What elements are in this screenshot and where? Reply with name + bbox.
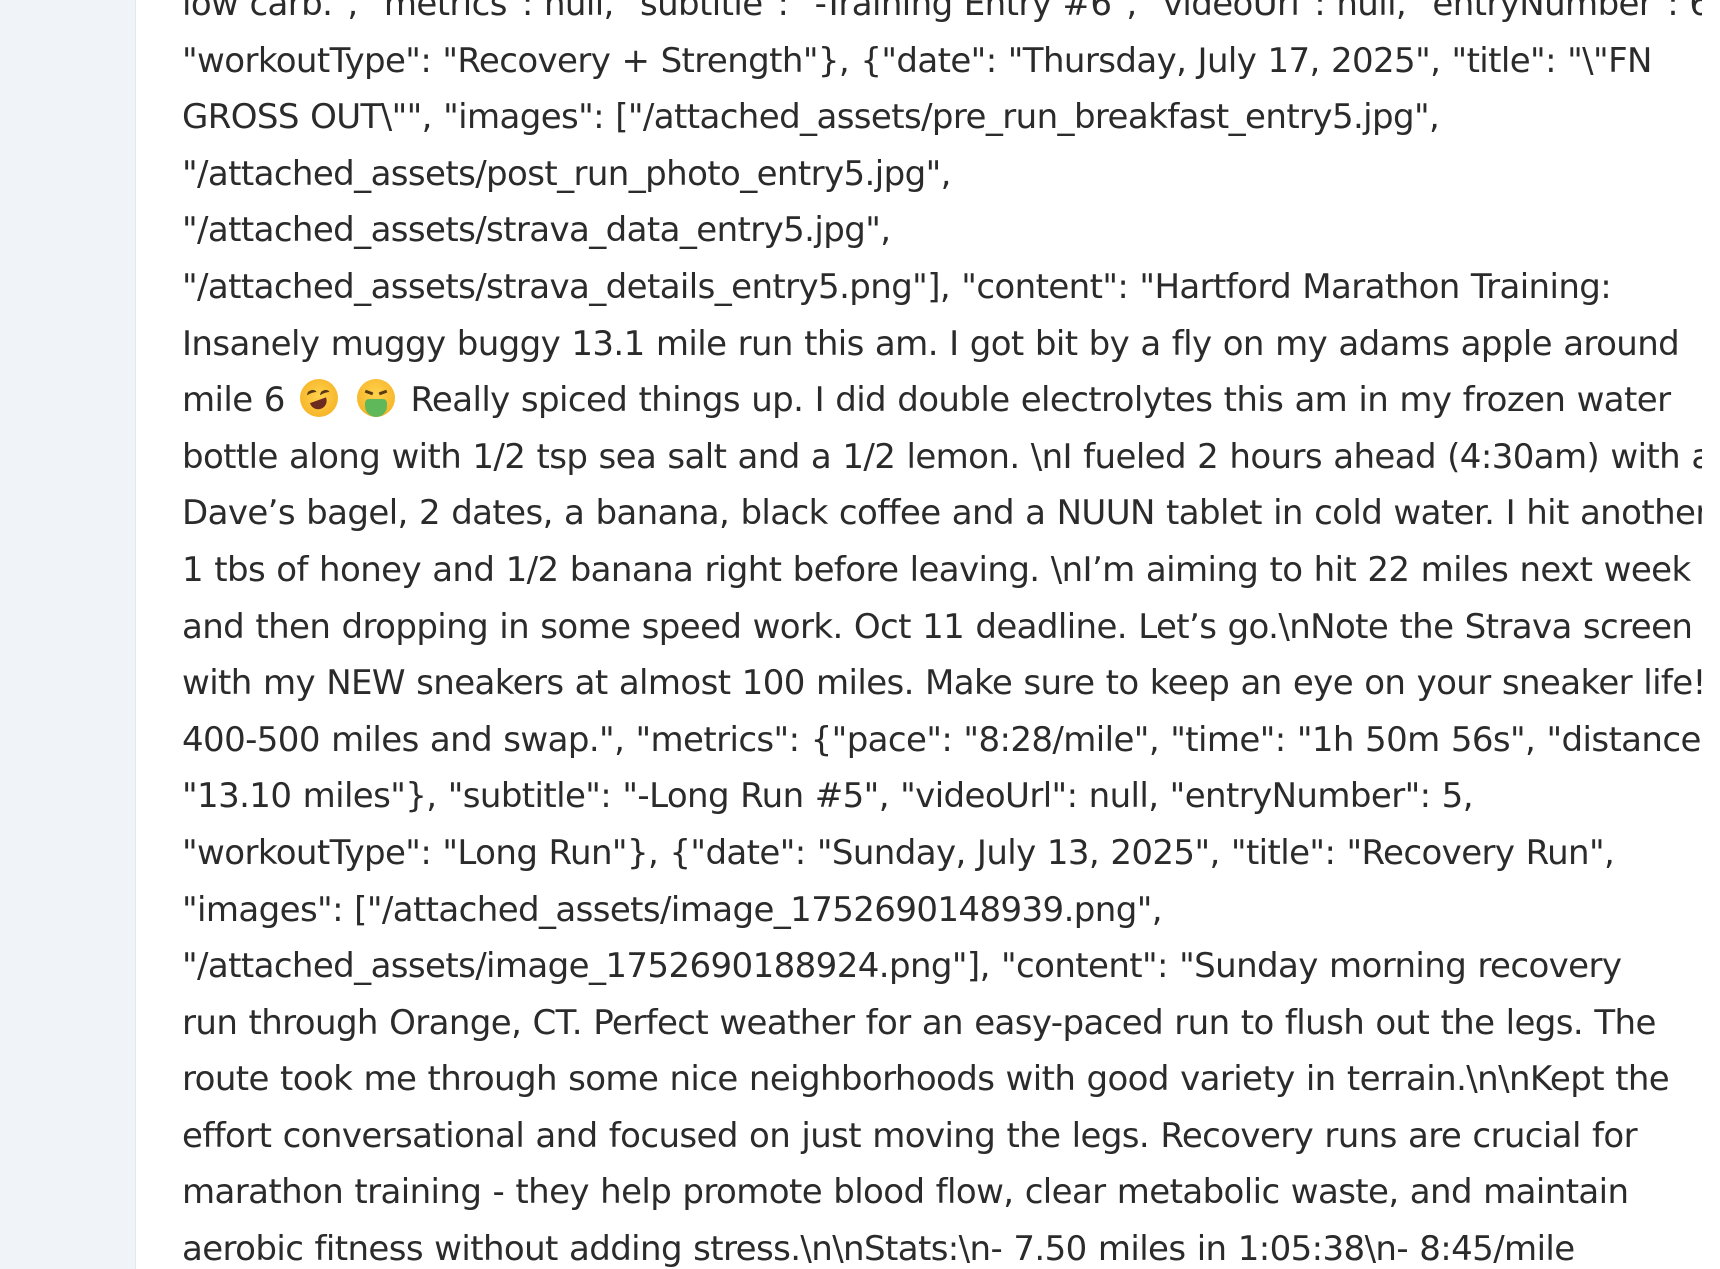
text-line: "/attached_assets/strava_details_entry5.…: [182, 266, 1612, 307]
text-line: low carb.", "metrics": null, "subtitle":…: [182, 0, 1702, 24]
text-line: aerobic fitness without adding stress.\n…: [182, 1229, 1575, 1269]
text-line: effort conversational and focused on jus…: [182, 1115, 1638, 1156]
text-line: "/attached_assets/strava_data_entry5.jpg…: [182, 210, 891, 251]
text-line: GROSS OUT\"", "images": ["/attached_asse…: [182, 97, 1440, 138]
text-line: marathon training - they help promote bl…: [182, 1172, 1629, 1213]
text-line: "workoutType": "Recovery + Strength"}, {…: [182, 40, 1652, 81]
text-line: 400-500 miles and swap.", "metrics": {"p…: [182, 719, 1702, 760]
text-line: "13.10 miles"}, "subtitle": "-Long Run #…: [182, 776, 1474, 817]
document-text: low carb.", "metrics": null, "subtitle":…: [182, 0, 1702, 1269]
rolling-on-floor-laughing-emoji-icon: [300, 379, 338, 418]
vomiting-face-emoji-icon: [357, 379, 396, 418]
text-line: Dave’s bagel, 2 dates, a banana, black c…: [182, 493, 1702, 534]
text-line: run through Orange, CT. Perfect weather …: [182, 1002, 1656, 1043]
text-line: and then dropping in some speed work. Oc…: [182, 606, 1693, 647]
text-line: "/attached_assets/post_run_photo_entry5.…: [182, 153, 951, 194]
text-line-with-emoji: mile 6 Really spiced things up. I did do…: [182, 372, 1702, 429]
text-line: 1 tbs of honey and 1/2 banana right befo…: [182, 549, 1691, 590]
text-line: "/attached_assets/image_1752690188924.pn…: [182, 946, 1622, 987]
text-line: bottle along with 1/2 tsp sea salt and a…: [182, 436, 1702, 477]
text-line: "workoutType": "Long Run"}, {"date": "Su…: [182, 832, 1615, 873]
text-line: Insanely muggy buggy 13.1 mile run this …: [182, 323, 1680, 364]
text-line: with my NEW sneakers at almost 100 miles…: [182, 663, 1702, 704]
page: low carb.", "metrics": null, "subtitle":…: [0, 0, 1720, 1269]
text-fragment: Really spiced things up. I did double el…: [410, 380, 1671, 421]
text-line: "images": ["/attached_assets/image_17526…: [182, 889, 1163, 930]
text-line: route took me through some nice neighbor…: [182, 1059, 1670, 1100]
text-fragment: mile 6: [182, 380, 285, 421]
sidebar: [0, 0, 136, 1269]
